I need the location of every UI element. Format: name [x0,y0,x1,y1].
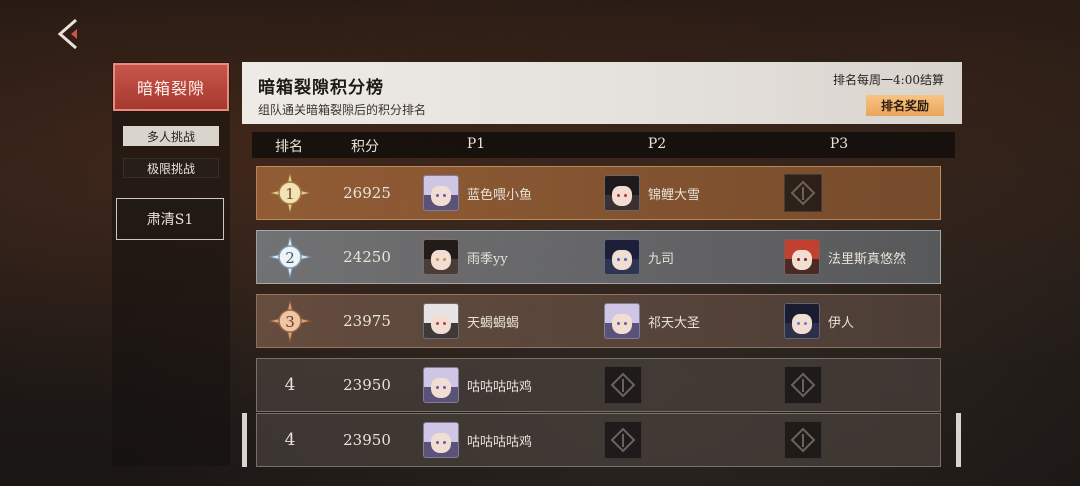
column-header-rank: 排名 [275,139,303,155]
rank-cell: 1 [265,167,315,219]
bronze-rank-badge-icon: 3 [268,299,312,343]
gold-rank-badge-icon: 1 [268,171,312,215]
player-slot-p2 [604,421,642,459]
player-slot-p3 [784,366,822,404]
empty-slot [604,421,642,459]
player-slot-p3[interactable]: 伊人 [784,303,854,339]
player-slot-p3[interactable]: 法里斯真悠然 [784,239,906,275]
avatar [784,303,820,339]
rank-cell: 4 [284,430,296,450]
player-slot-p2[interactable]: 锦鲤大雪 [604,175,700,211]
tab-extreme-challenge[interactable]: 极限挑战 [123,158,219,178]
player-name: 祁天大圣 [648,315,701,331]
avatar [784,239,820,275]
score-cell: 23975 [343,312,391,330]
avatar [423,303,459,339]
column-header-score: 积分 [351,139,379,155]
player-name: 锦鲤大雪 [648,187,701,203]
table-header: 排名 积分 P1 P2 P3 [252,132,955,158]
back-button[interactable] [50,16,90,52]
category-button-dark-rift[interactable]: 暗箱裂隙 [113,63,229,111]
svg-text:1: 1 [285,185,295,203]
table-row[interactable]: 3 23975 天蝎蝎蝎 祁天大圣 伊人 [256,294,941,348]
score-cell: 23950 [343,376,391,394]
avatar [423,239,459,275]
rank-cell: 2 [265,231,315,283]
player-slot-p1[interactable]: 咕咕咕咕鸡 [423,367,532,403]
player-slot-p2[interactable]: 祁天大圣 [604,303,700,339]
empty-slot [604,366,642,404]
current-player-marker-right [956,413,961,467]
silver-rank-badge-icon: 2 [268,235,312,279]
empty-slot [784,421,822,459]
avatar [423,367,459,403]
rank-cell: 4 [284,375,296,395]
player-slot-p1[interactable]: 雨季yy [423,239,508,275]
player-name: 蓝色喂小鱼 [467,187,533,203]
avatar [604,303,640,339]
player-name: 咕咕咕咕鸡 [467,434,533,450]
empty-slot-emblem-icon [790,180,816,206]
svg-text:2: 2 [285,249,295,267]
tab-multiplayer-challenge[interactable]: 多人挑战 [123,126,219,146]
player-name: 法里斯真悠然 [828,251,907,267]
avatar [423,422,459,458]
player-slot-p2[interactable]: 九司 [604,239,674,275]
rank-cell: 3 [265,295,315,347]
empty-slot [784,174,822,212]
player-name: 咕咕咕咕鸡 [467,379,533,395]
empty-slot-emblem-icon [610,427,636,453]
avatar [423,175,459,211]
sidebar-panel [112,62,230,466]
score-cell: 23950 [343,431,391,449]
reset-time-note: 排名每周一4:00结算 [833,73,944,87]
avatar [604,175,640,211]
svg-text:3: 3 [285,313,295,331]
season-select-button[interactable]: 肃清S1 [116,198,224,240]
player-name: 伊人 [828,315,855,331]
empty-slot-emblem-icon [610,372,636,398]
current-player-marker-left [242,413,247,467]
column-header-p3: P3 [829,136,849,152]
player-slot-p3 [784,174,822,212]
player-slot-p2 [604,366,642,404]
score-cell: 24250 [343,248,391,266]
player-name: 天蝎蝎蝎 [467,315,520,331]
table-row[interactable]: 4 23950 咕咕咕咕鸡 [256,358,941,412]
rank-reward-button[interactable]: 排名奖励 [866,95,944,116]
empty-slot-emblem-icon [790,372,816,398]
page-subtitle: 组队通关暗箱裂隙后的积分排名 [258,103,427,117]
table-row[interactable]: 2 24250 雨季yy 九司 法里斯真悠然 [256,230,941,284]
player-slot-p1[interactable]: 咕咕咕咕鸡 [423,422,532,458]
leaderboard-header: 暗箱裂隙积分榜 组队通关暗箱裂隙后的积分排名 排名每周一4:00结算 排名奖励 [242,62,962,124]
player-slot-p1[interactable]: 蓝色喂小鱼 [423,175,532,211]
player-slot-p3 [784,421,822,459]
table-row[interactable]: 4 23950 咕咕咕咕鸡 [256,413,941,467]
table-row[interactable]: 1 26925 蓝色喂小鱼 锦鲤大雪 [256,166,941,220]
back-arrow-icon [57,18,77,50]
avatar [604,239,640,275]
empty-slot-emblem-icon [790,427,816,453]
column-header-p1: P1 [466,136,486,152]
empty-slot [784,366,822,404]
player-name: 九司 [648,251,675,267]
score-cell: 26925 [343,184,391,202]
player-name: 雨季yy [467,251,508,267]
page-title: 暗箱裂隙积分榜 [258,78,384,98]
column-header-p2: P2 [647,136,667,152]
player-slot-p1[interactable]: 天蝎蝎蝎 [423,303,519,339]
